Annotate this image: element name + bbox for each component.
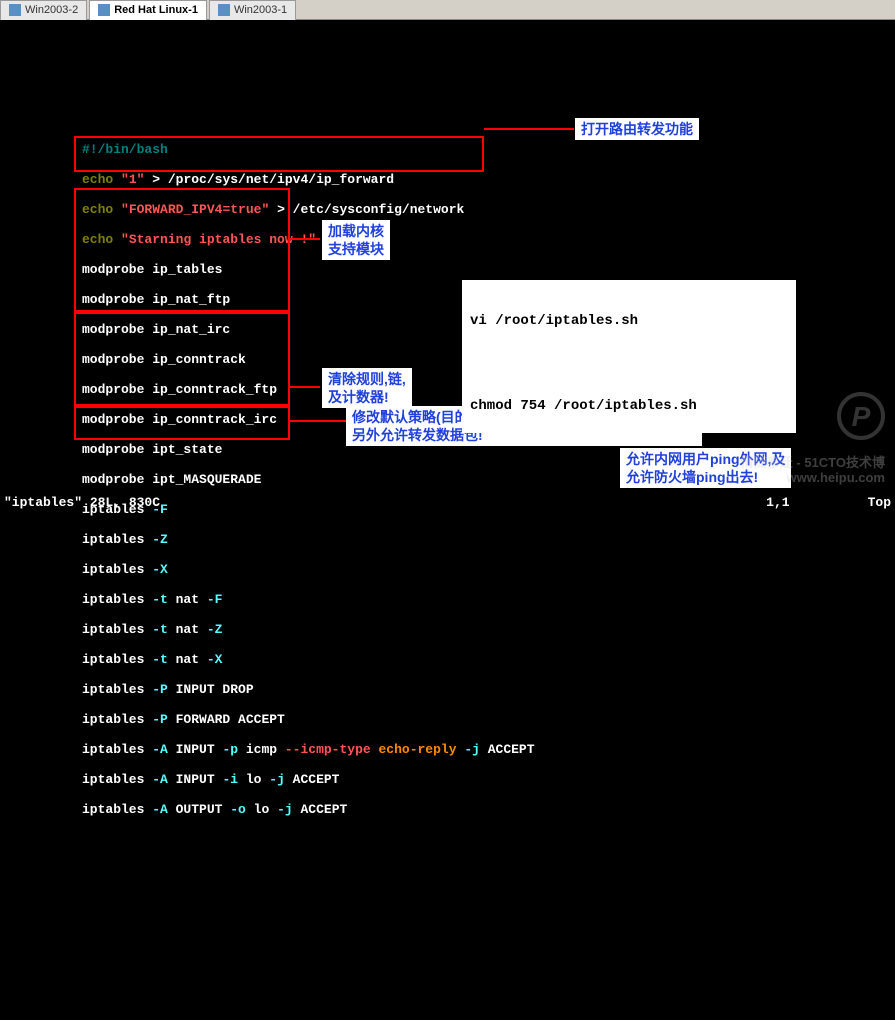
echo-cmd: echo [82, 232, 113, 247]
iptables-cmd: iptables [82, 622, 152, 637]
modprobe-line: modprobe ip_conntrack_ftp [82, 382, 277, 397]
cmd-vi: vi /root/iptables.sh [470, 314, 788, 329]
iptables-cmd: iptables [82, 532, 152, 547]
iptables-opt: -t [152, 652, 168, 667]
iptables-opt: -X [152, 562, 168, 577]
echo-cmd: echo [82, 202, 113, 217]
watermark: P 情随事迁 - 51CTO技术博 www.heipu.com [741, 377, 885, 500]
iptables-opt: -Z [152, 532, 168, 547]
iptables-cmd: iptables [82, 652, 152, 667]
modprobe-line: modprobe ipt_state [82, 442, 222, 457]
modprobe-line: modprobe ip_nat_irc [82, 322, 230, 337]
modprobe-line: modprobe ip_conntrack [82, 352, 246, 367]
modprobe-line: modprobe ip_nat_ftp [82, 292, 230, 307]
vm-icon [218, 4, 230, 16]
modprobe-line: modprobe ip_conntrack_irc [82, 412, 277, 427]
connector-line [484, 128, 574, 130]
echo-arg: "Starning iptables now !" [121, 232, 316, 247]
echo-cmd: echo [82, 172, 113, 187]
echo-arg: "FORWARD_IPV4=true" [121, 202, 269, 217]
modprobe-line: modprobe ip_tables [82, 262, 222, 277]
iptables-cmd: iptables [82, 592, 152, 607]
tab-label: Win2003-1 [234, 4, 287, 16]
iptables-opt: -t [152, 592, 168, 607]
iptables-cmd: iptables [82, 712, 152, 727]
vm-icon [98, 4, 110, 16]
echo-arg: "1" [121, 172, 144, 187]
tab-label: Win2003-2 [25, 4, 78, 16]
iptables-cmd: iptables [82, 562, 152, 577]
echo-redir: > /proc/sys/net/ipv4/ip_forward [144, 172, 394, 187]
tab-label: Red Hat Linux-1 [114, 4, 198, 16]
annotation-clear-rules: 清除规则,链, 及计数器! [322, 368, 412, 408]
tab-redhat-linux-1[interactable]: Red Hat Linux-1 [89, 0, 207, 20]
iptables-cmd: iptables [82, 682, 152, 697]
echo-redir: > /etc/sysconfig/network [269, 202, 464, 217]
iptables-opt: -t [152, 622, 168, 637]
tab-win2003-1[interactable]: Win2003-1 [209, 0, 296, 20]
terminal-view[interactable]: #!/bin/bash echo "1" > /proc/sys/net/ipv… [0, 20, 895, 510]
vm-icon [9, 4, 21, 16]
annotation-routing: 打开路由转发功能 [575, 118, 699, 140]
status-file-info: "iptables" 28L, 830C [4, 495, 160, 510]
modprobe-line: modprobe ipt_MASQUERADE [82, 472, 261, 487]
annotation-modules: 加载内核 支持模块 [322, 220, 390, 260]
shebang: #!/bin/bash [82, 142, 168, 157]
tab-win2003-2[interactable]: Win2003-2 [0, 0, 87, 20]
tab-bar: Win2003-2 Red Hat Linux-1 Win2003-1 [0, 0, 895, 20]
